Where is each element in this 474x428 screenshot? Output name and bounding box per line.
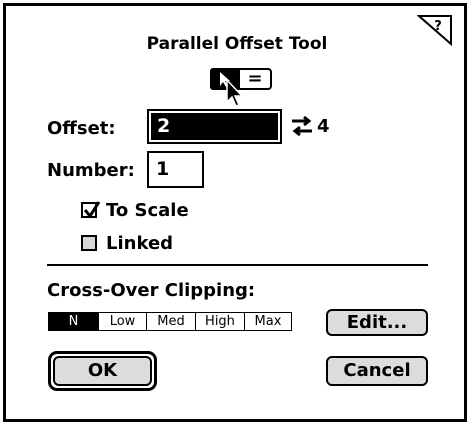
clip-option-high[interactable]: High [195,312,245,331]
clip-option-max[interactable]: Max [244,312,292,331]
cross-over-clipping-label: Cross-Over Clipping: [47,280,256,301]
svg-text:?: ? [434,19,442,34]
linked-checkbox[interactable] [81,235,97,251]
offset-field[interactable]: 2 [147,109,282,144]
checkmark-icon [83,201,101,219]
mouse-cursor-icon [226,78,244,107]
edit-button[interactable]: Edit... [326,309,428,336]
swap-value: 4 [317,116,330,137]
number-field[interactable]: 1 [147,151,204,188]
ok-button[interactable]: OK [53,356,152,386]
divider [47,264,428,266]
offset-value: 2 [151,113,278,140]
dialog-title: Parallel Offset Tool [146,34,328,54]
clip-option-n[interactable]: N [48,312,99,331]
clip-option-low[interactable]: Low [98,312,147,331]
number-label: Number: [47,160,135,181]
swap-arrows-icon[interactable] [290,115,314,137]
offset-label: Offset: [47,118,116,139]
to-scale-checkbox[interactable] [81,201,101,219]
linked-label: Linked [106,233,174,254]
to-scale-label: To Scale [106,200,189,221]
clip-option-med[interactable]: Med [146,312,196,331]
cancel-button[interactable]: Cancel [326,356,428,386]
cross-over-clipping-selector: N Low Med High Max [48,312,292,331]
